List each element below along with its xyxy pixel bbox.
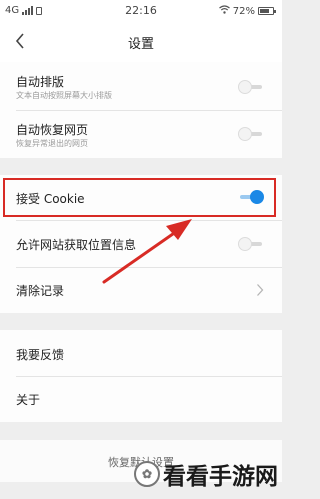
allow-location-toggle[interactable]: [238, 237, 264, 251]
about-label: 关于: [16, 393, 41, 407]
allow-location-label: 允许网站获取位置信息: [16, 238, 137, 252]
auto-layout-label: 自动排版: [16, 75, 65, 89]
watermark: ✿ 看看手游网: [134, 453, 278, 495]
auto-restore-toggle[interactable]: [238, 127, 264, 141]
setting-auto-restore[interactable]: 自动恢复网页 恢复异常退出的网页: [0, 111, 282, 158]
page-title: 设置: [127, 37, 154, 52]
annotation-highlight-box: [3, 178, 276, 217]
status-right: 72%: [218, 5, 276, 17]
auto-layout-toggle[interactable]: [238, 80, 264, 94]
setting-feedback[interactable]: 我要反馈: [0, 330, 282, 376]
auto-restore-desc: 恢复异常退出的网页: [16, 139, 88, 148]
setting-about[interactable]: 关于: [0, 377, 282, 422]
watermark-text: 看看手游网: [163, 463, 278, 490]
wifi-icon: [218, 5, 230, 17]
chevron-right-icon: [256, 283, 266, 297]
battery-percent: 72%: [232, 5, 255, 17]
setting-auto-layout[interactable]: 自动排版 文本自动按照屏幕大小排版: [0, 62, 282, 110]
settings-group-display: 自动排版 文本自动按照屏幕大小排版 自动恢复网页 恢复异常退出的网页: [0, 62, 282, 158]
status-bar: 4G 22:16 72%: [0, 0, 282, 22]
setting-allow-location[interactable]: 允许网站获取位置信息: [0, 221, 282, 267]
feedback-label: 我要反馈: [16, 348, 65, 362]
auto-layout-desc: 文本自动按照屏幕大小排版: [16, 91, 112, 100]
settings-group-about: 我要反馈 关于: [0, 330, 282, 422]
auto-restore-label: 自动恢复网页: [16, 123, 89, 137]
nav-bar: 设置: [0, 22, 282, 62]
setting-clear-history[interactable]: 清除记录: [0, 268, 282, 313]
watermark-logo-icon: ✿: [134, 461, 160, 487]
battery-icon: [258, 7, 276, 15]
clear-history-label: 清除记录: [16, 284, 65, 298]
